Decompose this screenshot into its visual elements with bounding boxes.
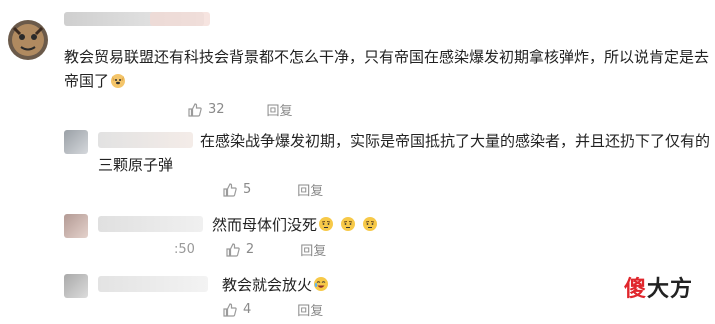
reply-time-fragment: :50 (174, 242, 195, 257)
reply-button[interactable]: 回复 (300, 240, 326, 259)
laughing-emoji-icon (314, 277, 329, 291)
thumb-up-icon[interactable] (225, 242, 241, 258)
avatar[interactable] (64, 130, 88, 154)
username-redacted[interactable] (98, 216, 203, 232)
thinking-emoji-icon (341, 217, 356, 231)
username-redacted[interactable] (98, 276, 208, 292)
thinking-emoji-icon (363, 217, 378, 231)
watermark-part1: 傻 (624, 277, 648, 302)
reply-button[interactable]: 回复 (267, 100, 293, 119)
avatar[interactable] (8, 20, 48, 60)
watermark-part2: 大方 (647, 277, 694, 302)
reply-actions: :50 2 回复 (174, 240, 326, 259)
like-count: 32 (208, 102, 225, 117)
avatar[interactable] (64, 214, 88, 238)
avatar-image (8, 20, 48, 60)
comment-text-tail: 帝国了 (64, 72, 110, 90)
reply-text: 教会就会放火 (222, 272, 329, 299)
reply-text-content: 教会就会放火 (222, 276, 313, 294)
doge-emoji-icon (111, 74, 126, 88)
reply-text: 然而母体们没死 (212, 212, 378, 239)
watermark: 傻大方 (624, 271, 693, 303)
username-redacted-fade (150, 12, 210, 26)
thinking-emoji-icon (319, 217, 334, 231)
like-count: 2 (245, 242, 255, 257)
reply-text-line2: 三颗原子弹 (98, 156, 174, 174)
thumb-up-icon[interactable] (222, 302, 238, 318)
reply-actions: 4 回复 (222, 300, 323, 319)
reply-button[interactable]: 回复 (297, 300, 323, 319)
comment-text-line2: 帝国了 (64, 68, 126, 95)
reply-text-content: 然而母体们没死 (212, 216, 318, 234)
avatar[interactable] (64, 274, 88, 298)
username-redacted[interactable] (98, 132, 193, 148)
comment-actions: 32 回复 (187, 100, 293, 119)
reply-text-line1: 在感染战争爆发初期，实际是帝国抵抗了大量的感染者，并且还扔下了仅有的 (200, 132, 711, 150)
reply-actions: 5 回复 (222, 180, 323, 199)
reply-button[interactable]: 回复 (297, 180, 323, 199)
comment-text-line1: 教会贸易联盟还有科技会背景都不怎么干净，只有帝国在感染爆发初期拿核弹炸，所以说肯… (64, 48, 710, 66)
thumb-up-icon[interactable] (222, 182, 238, 198)
like-count: 4 (243, 302, 252, 317)
thumb-up-icon[interactable] (187, 102, 203, 118)
like-count: 5 (243, 182, 252, 197)
